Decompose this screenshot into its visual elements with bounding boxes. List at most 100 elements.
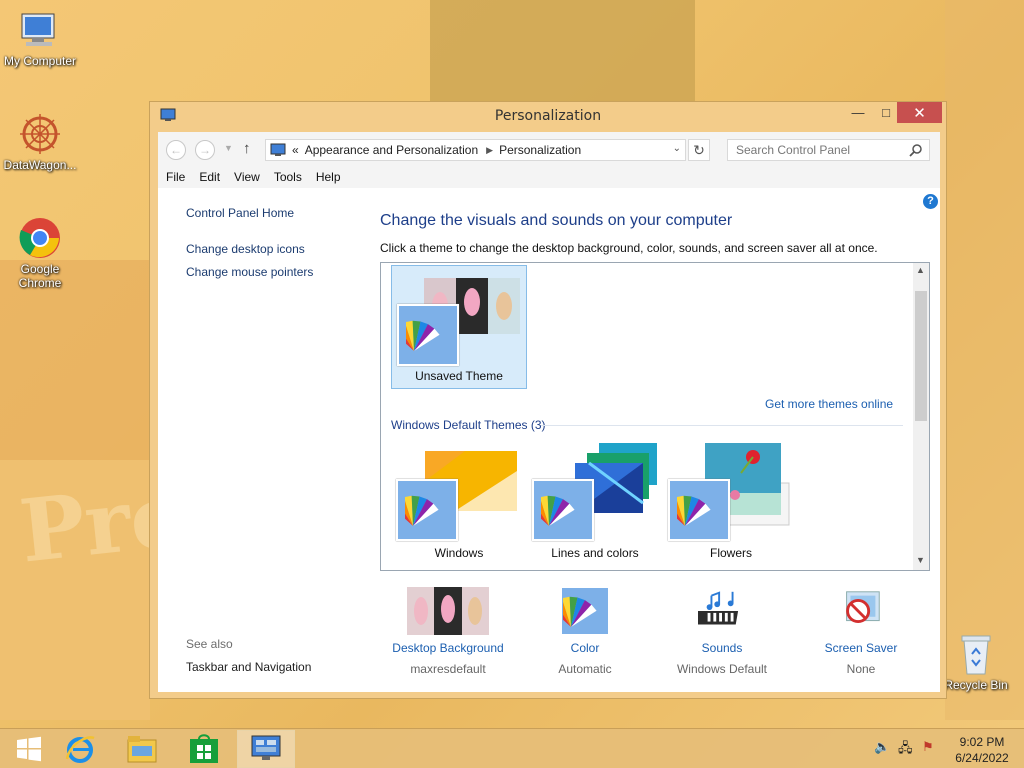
maximize-button[interactable]: □	[872, 102, 900, 123]
help-icon[interactable]: ?	[923, 194, 938, 209]
page-subheading: Click a theme to change the desktop back…	[380, 241, 878, 255]
desktop-icon-recycle-bin[interactable]: Recycle Bin	[936, 632, 1016, 692]
theme-tile-windows[interactable]: Windows	[391, 441, 527, 565]
menu-edit[interactable]: Edit	[199, 170, 220, 184]
see-also-label: See also	[186, 637, 233, 651]
sounds-icon	[698, 587, 746, 635]
start-button[interactable]	[0, 730, 58, 768]
control-panel-icon	[251, 735, 281, 760]
search-placeholder: Search Control Panel	[736, 143, 851, 157]
theme-list-scrollbar[interactable]: ▲ ▼	[913, 263, 929, 570]
network-icon[interactable]: 🖧	[898, 739, 913, 761]
recycle-bin-icon	[952, 632, 1000, 676]
store-icon	[190, 734, 218, 763]
clock-date: 6/24/2022	[955, 751, 1009, 765]
chevron-down-icon[interactable]: ⌄	[673, 143, 681, 154]
setting-label: Color	[570, 641, 600, 655]
address-bar-area: ← → ▼ ↑ « Appearance and Personalization…	[158, 132, 940, 166]
volume-muted-icon[interactable]: 🔈	[874, 739, 890, 755]
store-button[interactable]	[175, 730, 233, 768]
forward-button[interactable]: →	[195, 140, 215, 160]
title-bar[interactable]: Personalization — □ ✕	[150, 102, 946, 130]
recent-locations-button[interactable]: ▼	[224, 143, 233, 153]
setting-label: Sounds	[701, 641, 743, 655]
setting-value: maxresdefault	[410, 662, 486, 676]
minimize-button[interactable]: —	[844, 102, 872, 123]
setting-value: Windows Default	[676, 662, 768, 676]
color-palette-icon	[396, 479, 458, 541]
screen-saver-icon	[837, 587, 885, 635]
search-icon[interactable]	[909, 143, 923, 157]
file-explorer-button[interactable]	[113, 730, 171, 768]
desktop-icon-label: Google Chrome	[18, 262, 62, 290]
control-panel-taskbar-button[interactable]	[237, 730, 295, 768]
internet-explorer-icon	[65, 736, 95, 763]
screen-saver-setting[interactable]: Screen Saver None	[796, 587, 926, 676]
action-center-flag-icon[interactable]: ⚑	[922, 739, 934, 755]
get-more-themes-link[interactable]: Get more themes online	[765, 397, 893, 411]
wallpaper-shape	[945, 0, 1024, 720]
wallpaper-shape	[0, 260, 150, 460]
breadcrumb-overflow[interactable]: «	[292, 143, 299, 157]
up-button[interactable]: ↑	[243, 140, 251, 157]
color-palette-icon	[532, 479, 594, 541]
theme-label: Windows	[434, 546, 484, 560]
menu-tools[interactable]: Tools	[274, 170, 302, 184]
theme-label: Unsaved Theme	[415, 369, 503, 383]
control-panel-icon	[270, 143, 286, 156]
personalization-window: Personalization — □ ✕ ← → ▼ ↑ « Appearan…	[149, 101, 947, 699]
window-title: Personalization	[494, 108, 602, 124]
theme-tile-unsaved[interactable]: Unsaved Theme	[391, 265, 527, 389]
close-button[interactable]: ✕	[897, 102, 942, 123]
desktop-icon-label: DataWagon...	[3, 158, 77, 172]
scroll-up-arrow[interactable]: ▲	[916, 265, 925, 275]
menu-bar: File Edit View Tools Help	[158, 166, 940, 188]
sounds-setting[interactable]: Sounds Windows Default	[657, 587, 787, 676]
color-palette-icon	[397, 304, 459, 366]
desktop-icon-chrome[interactable]: Google Chrome	[0, 216, 80, 290]
theme-list: Unsaved Theme Get more themes online Win…	[380, 262, 930, 571]
menu-file[interactable]: File	[166, 170, 185, 184]
windows-logo-icon	[17, 736, 41, 762]
scroll-down-arrow[interactable]: ▼	[916, 555, 925, 565]
refresh-button[interactable]: ↻	[688, 139, 710, 161]
default-themes-group-title: Windows Default Themes (3)	[391, 418, 546, 432]
desktop-background-setting[interactable]: Desktop Background maxresdefault	[383, 587, 513, 676]
control-panel-home-link[interactable]: Control Panel Home	[186, 206, 294, 220]
setting-value: None	[846, 662, 876, 676]
breadcrumb-appearance[interactable]: Appearance and Personalization	[305, 143, 478, 157]
menu-help[interactable]: Help	[316, 170, 341, 184]
clock-time: 9:02 PM	[959, 735, 1005, 749]
scrollbar-thumb[interactable]	[915, 291, 927, 421]
computer-icon	[16, 8, 64, 52]
left-pane: Control Panel Home Change desktop icons …	[158, 188, 358, 692]
system-clock[interactable]: 9:02 PM 6/24/2022	[950, 734, 1014, 766]
desktop-icon-label: My Computer	[3, 54, 77, 68]
chevron-right-icon[interactable]: ▶	[486, 145, 493, 156]
window-client: ← → ▼ ↑ « Appearance and Personalization…	[158, 132, 940, 692]
page-heading: Change the visuals and sounds on your co…	[380, 212, 733, 229]
desktop-background-icon	[407, 587, 489, 635]
change-mouse-pointers-link[interactable]: Change mouse pointers	[186, 265, 313, 279]
taskbar-navigation-link[interactable]: Taskbar and Navigation	[186, 660, 311, 674]
taskbar: 🔈 🖧 ⚑ 9:02 PM 6/24/2022	[0, 728, 1024, 768]
setting-label: Desktop Background	[392, 641, 504, 655]
address-bar[interactable]: « Appearance and Personalization ▶ Perso…	[265, 139, 686, 161]
color-setting[interactable]: Color Automatic	[520, 587, 650, 676]
breadcrumb-personalization[interactable]: Personalization	[499, 143, 581, 157]
datawagon-icon	[16, 112, 64, 156]
desktop-icon-datawagon[interactable]: DataWagon...	[0, 112, 80, 172]
color-palette-icon	[561, 587, 609, 635]
theme-tile-lines-and-colors[interactable]: Lines and colors	[527, 441, 663, 565]
theme-tile-flowers[interactable]: Flowers	[663, 441, 799, 565]
control-panel-icon	[160, 108, 176, 121]
menu-view[interactable]: View	[234, 170, 260, 184]
back-button[interactable]: ←	[166, 140, 186, 160]
change-desktop-icons-link[interactable]: Change desktop icons	[186, 242, 305, 256]
search-input[interactable]: Search Control Panel	[727, 139, 930, 161]
desktop-icon-label: Recycle Bin	[944, 678, 1008, 692]
chrome-icon	[16, 216, 64, 260]
setting-label: Screen Saver	[824, 641, 898, 655]
desktop-icon-my-computer[interactable]: My Computer	[0, 8, 80, 68]
internet-explorer-button[interactable]	[51, 730, 109, 768]
